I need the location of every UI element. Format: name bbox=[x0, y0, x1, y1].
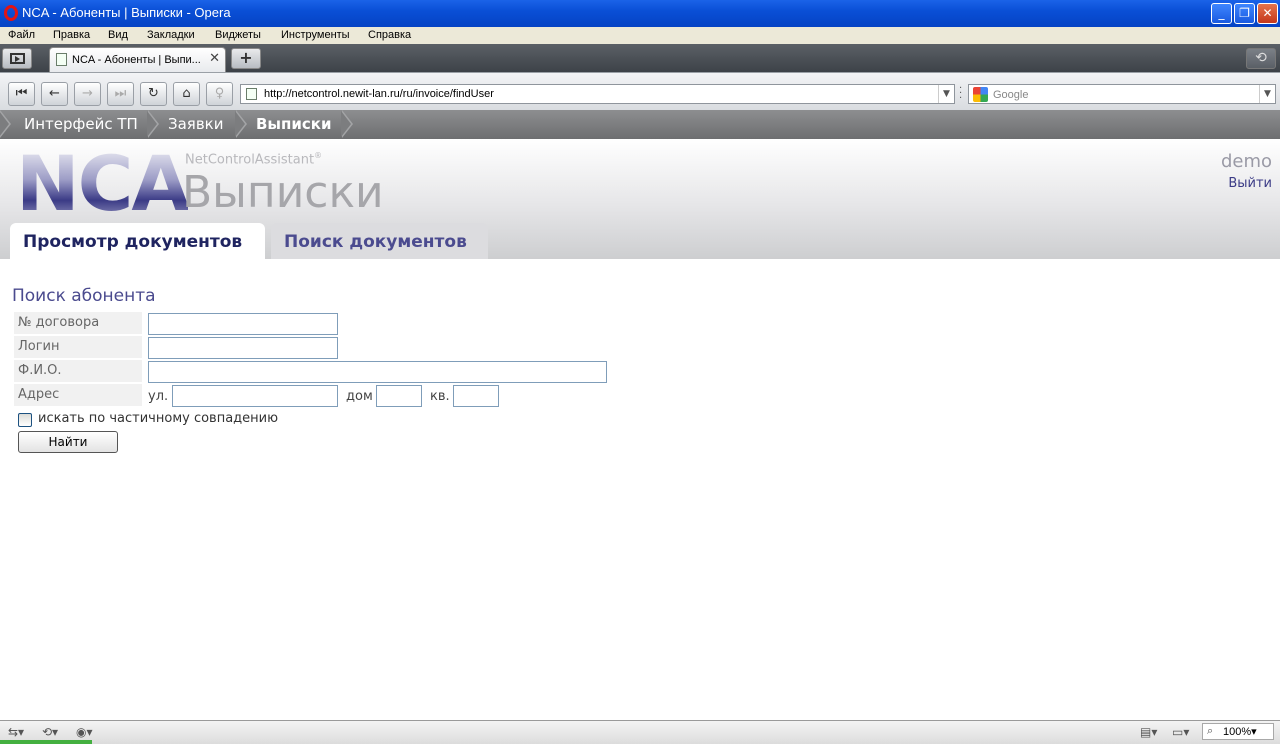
menu-view[interactable]: Вид bbox=[108, 29, 128, 41]
brand-name: NetControlAssistant® bbox=[185, 151, 322, 167]
images-icon[interactable]: ▭▾ bbox=[1172, 725, 1189, 739]
tab-bar: NCA - Абоненты | Выпи... ✕ + ⟲ ••• bbox=[0, 44, 1280, 81]
search-dropdown-icon[interactable]: ▼ bbox=[1259, 85, 1275, 103]
form-title: Поиск абонента bbox=[12, 286, 156, 306]
progress-strip bbox=[0, 740, 92, 744]
menu-help[interactable]: Справка bbox=[368, 29, 411, 41]
toolbar-separator-icon: · · · bbox=[959, 83, 963, 104]
opera-logo-icon bbox=[4, 5, 18, 21]
address-label: Адрес bbox=[14, 384, 142, 406]
fast-forward-button[interactable]: ⏭ bbox=[107, 82, 134, 106]
breadcrumb-requests[interactable]: Заявки bbox=[168, 115, 223, 133]
page-title: Выписки bbox=[182, 167, 384, 218]
chevron-right-icon bbox=[341, 110, 356, 139]
reload-button[interactable]: ↻ bbox=[140, 82, 167, 106]
app-header: NCA NetControlAssistant® Выписки demo Вы… bbox=[0, 139, 1280, 261]
address-dropdown-icon[interactable]: ▼ bbox=[938, 85, 954, 103]
user-name: demo bbox=[1220, 151, 1272, 172]
chevron-right-icon bbox=[235, 110, 250, 139]
sync-icon[interactable]: ⇆▾ bbox=[8, 725, 24, 739]
close-button[interactable]: ✕ bbox=[1257, 3, 1278, 24]
wand-button[interactable]: ♀ bbox=[206, 82, 233, 106]
brand-mark: ® bbox=[314, 151, 323, 160]
fio-label: Ф.И.О. bbox=[14, 360, 142, 382]
brand-text: NetControlAssistant bbox=[185, 152, 315, 168]
house-label: дом bbox=[346, 389, 373, 404]
find-button[interactable]: Найти bbox=[18, 431, 118, 453]
house-input[interactable] bbox=[376, 385, 422, 407]
navigation-toolbar: ⏮ ← → ⏭ ↻ ⌂ ♀ http://netcontrol.newit-la… bbox=[0, 72, 1280, 110]
zoom-value: 100% bbox=[1223, 726, 1252, 738]
rewind-button[interactable]: ⏮ bbox=[8, 82, 35, 106]
zoom-control[interactable]: ⌕ 100%▾ bbox=[1202, 723, 1274, 740]
page-icon bbox=[246, 88, 257, 100]
tab-view-documents[interactable]: Просмотр документов bbox=[10, 223, 265, 261]
partial-match-checkbox[interactable] bbox=[18, 413, 32, 427]
nca-logo: NCA bbox=[16, 139, 190, 228]
breadcrumb-statements[interactable]: Выписки bbox=[256, 115, 331, 133]
panel-toggle-button[interactable] bbox=[2, 48, 32, 69]
closed-tabs-icon[interactable]: ⟲ bbox=[1246, 48, 1276, 69]
new-tab-button[interactable]: + bbox=[231, 48, 261, 69]
contract-input[interactable] bbox=[148, 313, 338, 335]
forward-button[interactable]: → bbox=[74, 82, 101, 106]
chevron-right-icon bbox=[0, 110, 14, 139]
home-button[interactable]: ⌂ bbox=[173, 82, 200, 106]
login-input[interactable] bbox=[148, 337, 338, 359]
minimize-button[interactable]: _ bbox=[1211, 3, 1232, 24]
menu-file[interactable]: Файл bbox=[8, 29, 35, 41]
tab-title: NCA - Абоненты | Выпи... bbox=[72, 54, 201, 66]
menu-bar: Файл Правка Вид Закладки Виджеты Инструм… bbox=[0, 27, 1280, 44]
back-button[interactable]: ← bbox=[41, 82, 68, 106]
menu-bookmarks[interactable]: Закладки bbox=[147, 29, 195, 41]
unite-icon[interactable]: ⟲▾ bbox=[42, 725, 58, 739]
chevron-right-icon bbox=[147, 110, 162, 139]
breadcrumb: Интерфейс ТП Заявки Выписки bbox=[0, 110, 1280, 139]
google-icon[interactable] bbox=[973, 87, 988, 102]
breadcrumb-interface[interactable]: Интерфейс ТП bbox=[24, 115, 138, 133]
maximize-button[interactable]: ❐ bbox=[1234, 3, 1255, 24]
menu-widgets[interactable]: Виджеты bbox=[215, 29, 261, 41]
window-title: NCA - Абоненты | Выписки - Opera bbox=[22, 5, 231, 20]
fio-input[interactable] bbox=[148, 361, 607, 383]
page-icon bbox=[56, 53, 67, 66]
flat-input[interactable] bbox=[453, 385, 499, 407]
panel-icon bbox=[10, 53, 25, 64]
menu-edit[interactable]: Правка bbox=[53, 29, 90, 41]
status-bar: ⇆▾ ⟲▾ ◉▾ ▤▾ ▭▾ ⌕ 100%▾ bbox=[0, 720, 1280, 744]
browser-tab[interactable]: NCA - Абоненты | Выпи... ✕ bbox=[49, 47, 226, 72]
page-view-icon[interactable]: ▤▾ bbox=[1140, 725, 1157, 739]
street-input[interactable] bbox=[172, 385, 338, 407]
logout-link[interactable]: Выйти bbox=[1228, 176, 1272, 191]
menu-tools[interactable]: Инструменты bbox=[281, 29, 350, 41]
street-label: ул. bbox=[148, 389, 169, 404]
tab-search-documents[interactable]: Поиск документов bbox=[271, 223, 488, 259]
contract-label: № договора bbox=[14, 312, 142, 334]
tab-close-icon[interactable]: ✕ bbox=[209, 51, 220, 66]
search-placeholder: Google bbox=[993, 89, 1029, 101]
window-title-bar: NCA - Абоненты | Выписки - Opera _ ❐ ✕ bbox=[0, 0, 1280, 27]
globe-icon[interactable]: ◉▾ bbox=[76, 725, 93, 739]
login-label: Логин bbox=[14, 336, 142, 358]
address-url[interactable]: http://netcontrol.newit-lan.ru/ru/invoic… bbox=[264, 88, 494, 100]
zoom-icon: ⌕ bbox=[1207, 725, 1214, 737]
address-bar[interactable]: http://netcontrol.newit-lan.ru/ru/invoic… bbox=[240, 84, 955, 104]
partial-match-label[interactable]: искать по частичному совпадению bbox=[38, 411, 278, 426]
search-field[interactable]: Google ▼ bbox=[968, 84, 1276, 104]
flat-label: кв. bbox=[430, 389, 450, 404]
